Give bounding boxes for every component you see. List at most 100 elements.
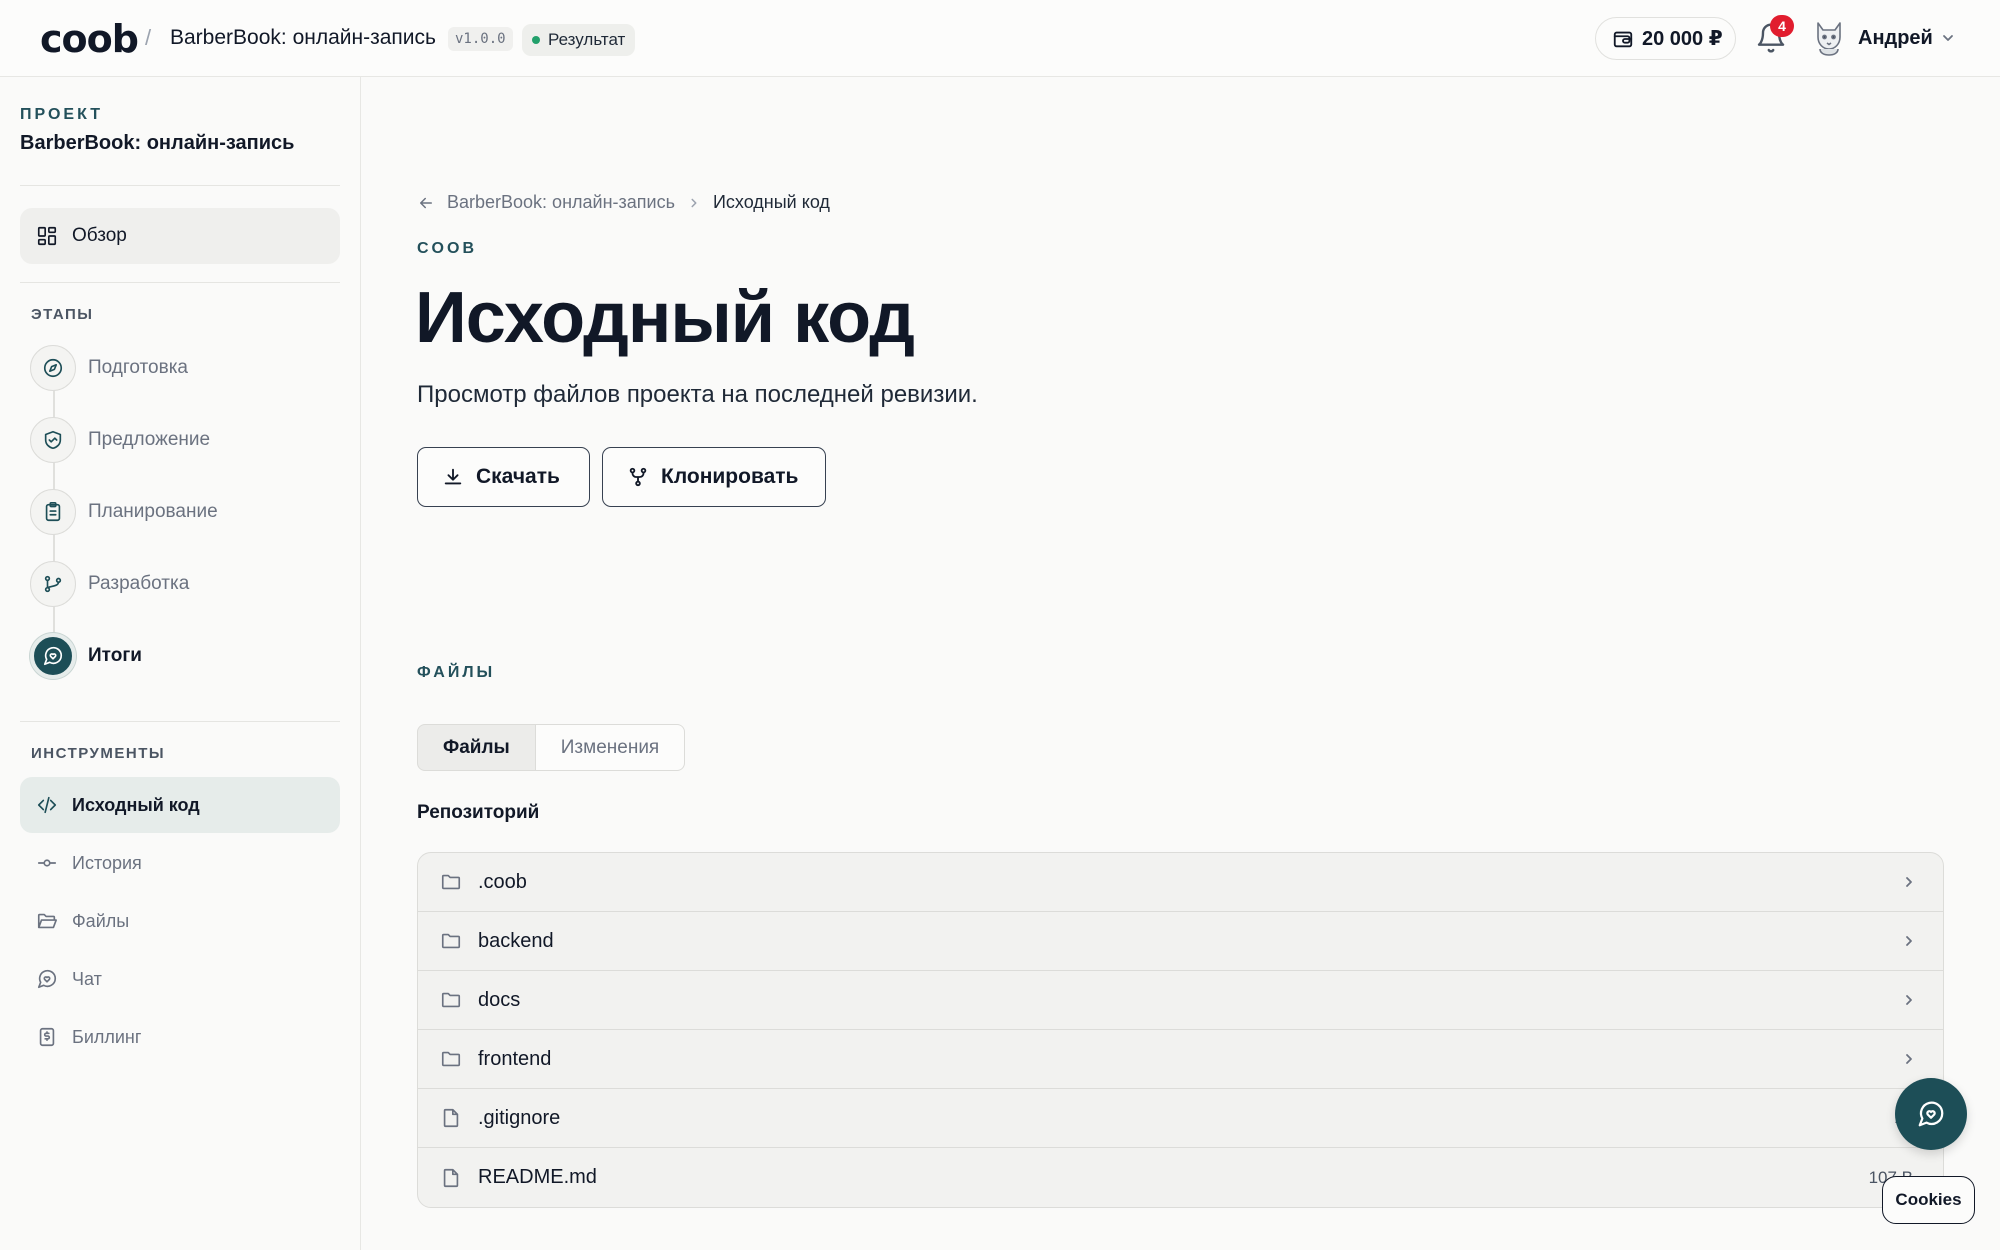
file-name: frontend: [478, 1047, 552, 1070]
header-project-name[interactable]: BarberBook: онлайн-запись: [170, 26, 436, 50]
sidebar-item-source-code[interactable]: Исходный код: [20, 777, 340, 833]
avatar[interactable]: [1812, 19, 1846, 57]
chat-heart-icon: [1918, 1101, 1944, 1127]
sidebar-item-overview[interactable]: Обзор: [20, 208, 340, 264]
balance-button[interactable]: 20 000 ₽: [1595, 17, 1736, 60]
chat-icon: [37, 969, 57, 989]
stage-item-proposal[interactable]: Предложение: [30, 416, 210, 464]
chevron-right-icon: [1906, 877, 1912, 887]
receipt-icon: [39, 1027, 55, 1047]
sidebar-item-label: Файлы: [72, 910, 130, 931]
repository-label: Репозиторий: [417, 802, 540, 823]
file-row-file[interactable]: .gitignore 12: [418, 1089, 1943, 1148]
status-label: Результат: [548, 30, 626, 49]
status-badge: Результат: [522, 24, 636, 56]
stage-circle: [30, 561, 76, 607]
stage-item-preparation[interactable]: Подготовка: [30, 344, 188, 392]
wallet-icon: [1613, 31, 1633, 47]
stage-circle: [30, 489, 76, 535]
version-badge: v1.0.0: [448, 27, 513, 51]
stage-item-planning[interactable]: Планирование: [30, 488, 218, 536]
sidebar-item-chat[interactable]: Чат: [20, 951, 340, 1007]
page-eyebrow: COOB: [417, 240, 477, 257]
sidebar-item-label: История: [72, 852, 142, 873]
stage-item-development[interactable]: Разработка: [30, 560, 189, 608]
file-row-folder[interactable]: docs: [418, 971, 1943, 1030]
clone-label: Клонировать: [661, 465, 799, 488]
tab-changes[interactable]: Изменения: [535, 724, 686, 771]
user-name[interactable]: Андрей: [1858, 27, 1933, 50]
file-row-folder[interactable]: backend: [418, 912, 1943, 971]
stage-label: Подготовка: [88, 357, 189, 378]
chevron-right-icon: [1906, 995, 1912, 1005]
clipboard-icon: [45, 502, 61, 522]
sidebar-item-files[interactable]: Файлы: [20, 893, 340, 949]
file-name: README.md: [478, 1166, 597, 1188]
file-row-folder[interactable]: frontend: [418, 1030, 1943, 1089]
header-separator: /: [145, 25, 152, 50]
handshake-icon: [44, 430, 62, 450]
page-subtitle: Просмотр файлов проекта на последней рев…: [417, 381, 978, 408]
file-row-folder[interactable]: .coob: [418, 853, 1943, 912]
status-dot-icon: [532, 36, 540, 44]
breadcrumb-parent-link[interactable]: BarberBook: онлайн-запись: [447, 192, 675, 213]
page-title: Исходный код: [415, 278, 915, 358]
folder-icon: [441, 1051, 461, 1067]
sidebar-item-label: Обзор: [72, 225, 127, 246]
sidebar-project-name: BarberBook: онлайн-запись: [20, 132, 295, 154]
balance-amount: 20 000 ₽: [1642, 28, 1723, 50]
folder-icon: [441, 874, 461, 890]
git-branch-icon: [44, 575, 62, 593]
chevron-right-icon: [691, 198, 697, 207]
sidebar-divider: [20, 721, 340, 722]
file-row-file[interactable]: README.md 107 B: [418, 1148, 1943, 1207]
sidebar-item-label: Биллинг: [72, 1026, 142, 1047]
sidebar: ПРОЕКТ BarberBook: онлайн-запись Обзор Э…: [0, 77, 361, 1250]
stage-label: Разработка: [88, 573, 190, 594]
arrow-left-icon[interactable]: [417, 194, 435, 212]
notification-count-badge: 4: [1770, 15, 1794, 37]
files-tabs: Файлы Изменения: [417, 724, 686, 771]
sidebar-divider: [20, 282, 340, 283]
coob-logo[interactable]: coob: [40, 20, 139, 58]
commit-icon: [37, 859, 57, 867]
folder-icon: [441, 992, 461, 1008]
sidebar-item-history[interactable]: История: [20, 835, 340, 891]
file-name: backend: [478, 929, 554, 952]
file-list: .coob backend docs frontend .gitignore 1…: [417, 852, 1944, 1208]
stage-circle-active: [30, 633, 76, 679]
tab-files[interactable]: Файлы: [417, 724, 536, 771]
download-button[interactable]: Скачать: [417, 447, 590, 507]
clone-button[interactable]: Клонировать: [602, 447, 826, 507]
tools-section-title: ИНСТРУМЕНТЫ: [31, 745, 166, 762]
sidebar-eyebrow: ПРОЕКТ: [20, 106, 104, 123]
file-icon: [443, 1108, 459, 1128]
top-bar: coob / BarberBook: онлайн-запись v1.0.0 …: [0, 0, 2000, 77]
chat-heart-icon: [43, 646, 63, 666]
stages-section-title: ЭТАПЫ: [31, 306, 94, 323]
files-section-eyebrow: ФАЙЛЫ: [417, 664, 496, 681]
compass-icon: [43, 358, 63, 378]
sidebar-item-billing[interactable]: Биллинг: [20, 1009, 340, 1065]
folder-icon: [441, 933, 461, 949]
stage-label: Итоги: [88, 645, 142, 666]
stage-item-results[interactable]: Итоги: [30, 632, 142, 680]
folder-open-icon: [37, 913, 57, 929]
stage-circle: [30, 345, 76, 391]
chevron-down-icon[interactable]: [1940, 30, 1956, 46]
chat-fab-button[interactable]: [1895, 1078, 1967, 1150]
sidebar-item-label: Исходный код: [72, 794, 200, 815]
cookies-button[interactable]: Cookies: [1882, 1176, 1975, 1224]
file-name: .coob: [478, 870, 527, 893]
git-fork-icon: [629, 467, 647, 487]
breadcrumb: BarberBook: онлайн-запись Исходный код: [417, 192, 830, 213]
sidebar-divider: [20, 185, 340, 186]
download-label: Скачать: [476, 465, 560, 488]
dashboard-icon: [37, 226, 57, 246]
stage-circle: [30, 417, 76, 463]
stage-label: Предложение: [88, 429, 211, 450]
sidebar-item-label: Чат: [72, 968, 102, 989]
breadcrumb-current: Исходный код: [712, 192, 830, 212]
chevron-right-icon: [1906, 1054, 1912, 1064]
chevron-right-icon: [1906, 936, 1912, 946]
